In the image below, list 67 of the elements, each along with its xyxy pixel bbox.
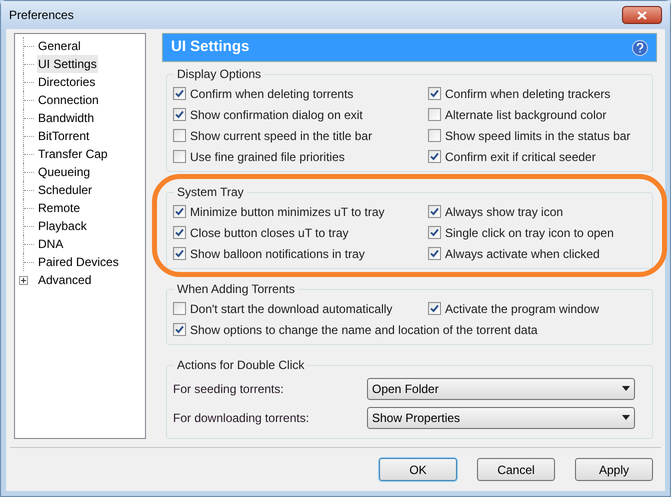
checkbox[interactable] (173, 108, 186, 121)
checkbox[interactable] (173, 323, 186, 336)
checkbox-label: Always show tray icon (445, 204, 564, 220)
checkbox[interactable] (428, 87, 441, 100)
expand-icon[interactable] (19, 276, 28, 284)
checkbox[interactable] (173, 205, 186, 218)
checkbox-label: Close button closes uT to tray (190, 224, 349, 242)
checkbox[interactable] (428, 150, 441, 163)
checkbox[interactable] (173, 226, 186, 239)
group-title: System Tray (176, 184, 245, 201)
caret-icon (622, 386, 630, 391)
checkbox-label: Show options to change the name and location of the torrent data (190, 322, 538, 338)
dropdown[interactable]: Open Folder (367, 378, 635, 400)
tree-item[interactable]: Directories (37, 73, 96, 91)
group-title: Display Options (176, 66, 262, 83)
tree-item[interactable]: Connection (37, 91, 100, 109)
checkbox-label: Confirm when deleting torrents (190, 86, 354, 102)
checkbox[interactable] (428, 129, 441, 142)
checkbox-label: Show confirmation dialog on exit (190, 106, 363, 124)
header-title: UI Settings (171, 37, 250, 58)
tree-item[interactable]: UI Settings (37, 55, 98, 73)
checkbox[interactable] (173, 150, 186, 163)
tree-item[interactable]: Queueing (37, 163, 92, 181)
dialog-button[interactable]: Apply (575, 458, 653, 481)
help-icon[interactable] (632, 40, 648, 56)
checkbox-label: Alternate list background color (445, 106, 606, 124)
checkbox-label: Show current speed in the title bar (190, 128, 372, 144)
checkbox-label: Show balloon notifications in tray (190, 246, 365, 262)
dialog-button[interactable]: OK (379, 458, 457, 481)
tree-item[interactable]: Scheduler (37, 181, 94, 199)
tree-item[interactable]: DNA (37, 235, 64, 253)
checkbox[interactable] (428, 247, 441, 260)
checkbox[interactable] (428, 205, 441, 218)
checkbox-label: Confirm exit if critical seeder (445, 148, 596, 166)
checkbox[interactable] (173, 129, 186, 142)
checkbox-label: Always activate when clicked (445, 246, 600, 262)
checkbox-label: Activate the program window (445, 300, 600, 318)
checkbox-label: Minimize button minimizes uT to tray (190, 204, 385, 220)
close-button[interactable] (622, 6, 662, 24)
window-title: Preferences (9, 7, 74, 24)
group-title: Actions for Double Click (176, 357, 306, 374)
checkbox-label: Show speed limits in the status bar (445, 128, 630, 144)
checkbox-label: Single click on tray icon to open (445, 224, 614, 242)
checkbox[interactable] (173, 247, 186, 260)
tree-item[interactable]: Advanced (37, 271, 92, 289)
tree-item[interactable]: Remote (37, 199, 82, 217)
group-title: When Adding Torrents (176, 281, 296, 298)
tree-item[interactable]: Bandwidth (37, 109, 96, 127)
tree-item[interactable]: Playback (37, 217, 88, 235)
checkbox[interactable] (428, 302, 441, 315)
dropdown[interactable]: Show Properties (367, 406, 635, 428)
checkbox-label: Confirm when deleting trackers (445, 86, 610, 102)
close-icon (637, 10, 647, 20)
dialog-button[interactable]: Cancel (477, 458, 555, 481)
tree-item[interactable]: Transfer Cap (37, 145, 109, 163)
checkbox[interactable] (173, 302, 186, 315)
checkbox[interactable] (428, 226, 441, 239)
tree-item[interactable]: General (37, 37, 82, 55)
field-label: For seeding torrents: (173, 380, 285, 398)
checkbox-label: Use fine grained file priorities (190, 148, 345, 166)
tree-item[interactable]: Paired Devices (37, 253, 120, 271)
field-label: For downloading torrents: (173, 410, 310, 426)
tree-item[interactable]: BitTorrent (37, 127, 90, 145)
checkbox-label: Don't start the download automatically (190, 300, 392, 318)
checkbox[interactable] (173, 87, 186, 100)
checkbox[interactable] (428, 108, 441, 121)
caret-icon (622, 415, 630, 420)
